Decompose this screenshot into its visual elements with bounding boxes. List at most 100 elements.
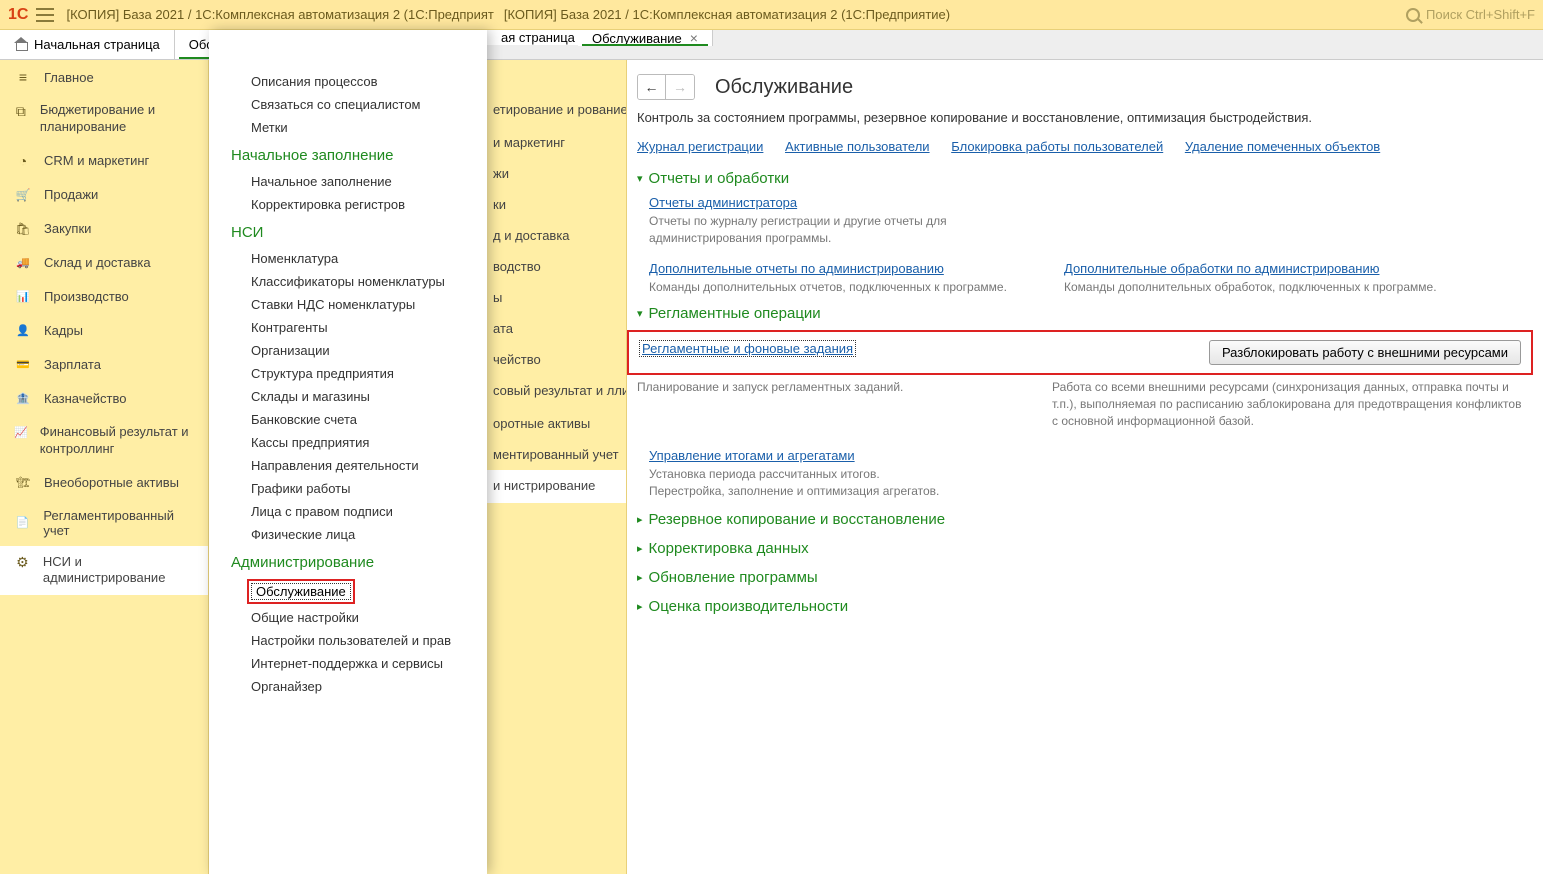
desc-external-resources: Работа со всеми внешними ресурсами (синх… <box>1052 379 1523 429</box>
page-description: Контроль за состоянием программы, резерв… <box>637 110 1523 125</box>
tab-partial-2[interactable]: ая страница <box>487 30 590 45</box>
sidebar-item-crm[interactable]: CRM и маркетинг <box>0 144 208 178</box>
sidebar-item-budget[interactable]: Бюджетирование и планирование <box>0 94 208 144</box>
menu-organizer[interactable]: Органайзер <box>209 675 487 698</box>
tab-maintenance[interactable]: Обслуживание × <box>578 30 713 46</box>
sidebar-item-sales[interactable]: Продажи <box>0 178 208 212</box>
global-search[interactable]: Поиск Ctrl+Shift+F <box>1406 7 1535 22</box>
menu-individuals[interactable]: Физические лица <box>209 523 487 546</box>
desc-totals-1: Установка периода рассчитанных итогов. <box>649 466 1523 483</box>
link-active-users[interactable]: Активные пользователи <box>785 139 930 154</box>
link-event-log[interactable]: Журнал регистрации <box>637 139 763 154</box>
menu-internet-support[interactable]: Интернет-поддержка и сервисы <box>209 652 487 675</box>
menu-contact-specialist[interactable]: Связаться со специалистом <box>209 93 487 116</box>
sidebar-item-finance[interactable]: Финансовый результат и контроллинг <box>0 416 208 466</box>
tab-maintenance-label: Обслуживание <box>592 31 682 46</box>
menu-general-settings[interactable]: Общие настройки <box>209 606 487 629</box>
nav2-production[interactable]: водство <box>487 251 626 282</box>
menu-signatories[interactable]: Лица с правом подписи <box>209 500 487 523</box>
budget-icon <box>14 102 28 120</box>
desc-additional-admin-reports: Команды дополнительных отчетов, подключе… <box>649 279 1040 296</box>
menu-warehouses-stores[interactable]: Склады и магазины <box>209 385 487 408</box>
menu-organizations[interactable]: Организации <box>209 339 487 362</box>
link-additional-admin-processing[interactable]: Дополнительные обработки по администриро… <box>1064 261 1380 276</box>
desc-totals-2: Перестройка, заполнение и оптимизация аг… <box>649 483 1523 500</box>
menu-bank-accounts[interactable]: Банковские счета <box>209 408 487 431</box>
sidebar-item-nsi-admin[interactable]: НСИ и администрирование <box>0 546 208 596</box>
nav2-nsi-admin[interactable]: и нистрирование <box>487 470 626 503</box>
link-scheduled-jobs[interactable]: Регламентные и фоновые задания <box>639 340 856 357</box>
history-nav: ← → <box>637 74 695 100</box>
menu-section-initial: Начальное заполнение <box>209 139 487 170</box>
unblock-external-button[interactable]: Разблокировать работу с внешними ресурса… <box>1209 340 1521 365</box>
link-admin-reports[interactable]: Отчеты администратора <box>649 195 797 210</box>
menu-register-adjust[interactable]: Корректировка регистров <box>209 193 487 216</box>
search-placeholder: Поиск Ctrl+Shift+F <box>1426 7 1535 22</box>
sidebar-item-production[interactable]: Производство <box>0 280 208 314</box>
section-scheduled-ops[interactable]: ▾ Регламентные операции <box>637 305 1523 322</box>
section-reports[interactable]: ▾ Отчеты и обработки <box>637 170 1523 187</box>
nav2-salary[interactable]: ата <box>487 313 626 344</box>
sidebar-item-label: Зарплата <box>44 357 101 372</box>
menu-counterparties[interactable]: Контрагенты <box>209 316 487 339</box>
close-icon[interactable]: × <box>690 30 698 46</box>
sidebar-item-label: Производство <box>44 289 129 304</box>
link-additional-admin-reports[interactable]: Дополнительные отчеты по администрирован… <box>649 261 944 276</box>
link-block-users[interactable]: Блокировка работы пользователей <box>951 139 1163 154</box>
menu-users-rights[interactable]: Настройки пользователей и прав <box>209 629 487 652</box>
nav2-purchases[interactable]: ки <box>487 189 626 220</box>
nav2-budget[interactable]: етирование и рование <box>487 94 626 127</box>
chevron-down-icon: ▾ <box>637 172 643 185</box>
nav2-crm[interactable]: и маркетинг <box>487 127 626 158</box>
section-backup[interactable]: ▸ Резервное копирование и восстановление <box>637 511 1523 528</box>
menu-nomenclature[interactable]: Номенклатура <box>209 247 487 270</box>
sidebar-item-main[interactable]: Главное <box>0 60 208 94</box>
sidebar-item-treasury[interactable]: Казначейство <box>0 382 208 416</box>
menu-process-descriptions[interactable]: Описания процессов <box>209 70 487 93</box>
sidebar-item-label: Продажи <box>44 187 98 202</box>
money-icon <box>14 356 32 374</box>
nav2-regulated[interactable]: ментированный учет <box>487 439 626 470</box>
section-data-adjust[interactable]: ▸ Корректировка данных <box>637 540 1523 557</box>
nav2-finance[interactable]: совый результат и ллинг <box>487 375 626 408</box>
menu-cash-registers[interactable]: Кассы предприятия <box>209 431 487 454</box>
menu-work-schedules[interactable]: Графики работы <box>209 477 487 500</box>
sidebar-item-purchases[interactable]: Закупки <box>0 212 208 246</box>
main-menu-icon[interactable] <box>36 8 54 22</box>
nav2-treasury[interactable]: чейство <box>487 344 626 375</box>
menu-maintenance-label: Обслуживание <box>251 583 351 600</box>
nav2-hr[interactable]: ы <box>487 282 626 313</box>
tab-home[interactable]: Начальная страница <box>0 30 175 59</box>
menu-activity-directions[interactable]: Направления деятельности <box>209 454 487 477</box>
search-icon <box>1406 8 1420 22</box>
menu-maintenance-highlighted[interactable]: Обслуживание <box>209 577 487 606</box>
chevron-right-icon: ▸ <box>637 571 643 584</box>
link-totals-aggregates[interactable]: Управление итогами и агрегатами <box>649 448 855 463</box>
home-icon <box>14 39 28 51</box>
highlighted-row: Регламентные и фоновые задания Разблокир… <box>627 330 1533 375</box>
document-icon <box>14 514 31 532</box>
sidebar-item-assets[interactable]: Внеоборотные активы <box>0 466 208 500</box>
secondary-sidebar: етирование и рование и маркетинг жи ки д… <box>487 60 627 874</box>
menu-labels[interactable]: Метки <box>209 116 487 139</box>
section-performance[interactable]: ▸ Оценка производительности <box>637 598 1523 615</box>
sidebar-item-label: Главное <box>44 70 94 85</box>
piechart-icon <box>14 152 32 170</box>
menu-initial-fill[interactable]: Начальное заполнение <box>209 170 487 193</box>
nav2-sales[interactable]: жи <box>487 158 626 189</box>
menu-enterprise-structure[interactable]: Структура предприятия <box>209 362 487 385</box>
menu-vat-rates[interactable]: Ставки НДС номенклатуры <box>209 293 487 316</box>
link-delete-marked[interactable]: Удаление помеченных объектов <box>1185 139 1380 154</box>
back-button[interactable]: ← <box>638 75 666 99</box>
section-update[interactable]: ▸ Обновление программы <box>637 569 1523 586</box>
sidebar-item-warehouse[interactable]: Склад и доставка <box>0 246 208 280</box>
sidebar-item-salary[interactable]: Зарплата <box>0 348 208 382</box>
sidebar-item-regulated[interactable]: Регламентированный учет <box>0 500 208 546</box>
truck-icon <box>14 254 32 272</box>
nav2-assets[interactable]: оротные активы <box>487 408 626 439</box>
sidebar-item-label: Бюджетирование и планирование <box>40 102 198 136</box>
sidebar-item-hr[interactable]: Кадры <box>0 314 208 348</box>
menu-nomenclature-classifiers[interactable]: Классификаторы номенклатуры <box>209 270 487 293</box>
nav2-warehouse[interactable]: д и доставка <box>487 220 626 251</box>
asset-icon <box>14 474 32 492</box>
